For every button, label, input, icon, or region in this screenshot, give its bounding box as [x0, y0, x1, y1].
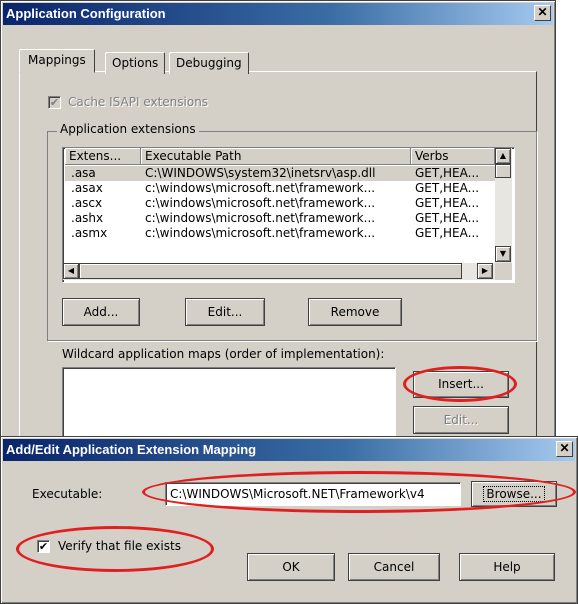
close-icon[interactable]: ✕ [556, 441, 573, 457]
column-header-verbs[interactable]: Verbs [411, 148, 495, 165]
wildcard-maps-label: Wildcard application maps (order of impl… [62, 347, 385, 361]
app-config-titlebar[interactable]: Application Configuration ✕ [3, 3, 553, 25]
horizontal-scrollbar[interactable]: ◀ ▶ [63, 263, 495, 280]
tab-options[interactable]: Options [105, 52, 166, 74]
edit-button[interactable]: Edit... [185, 298, 265, 326]
app-config-title: Application Configuration [6, 6, 166, 21]
scroll-left-icon[interactable]: ◀ [63, 263, 79, 279]
executable-input[interactable]: C:\WINDOWS\Microsoft.NET\Framework\v4 [165, 482, 461, 506]
tab-mappings[interactable]: Mappings [19, 49, 95, 73]
mapping-dialog-titlebar[interactable]: Add/Edit Application Extension Mapping ✕ [3, 439, 575, 461]
scrollbar-corner [495, 263, 512, 280]
scroll-down-icon[interactable]: ▼ [495, 246, 511, 262]
cancel-button[interactable]: Cancel [348, 553, 440, 581]
vertical-scrollbar[interactable]: ▲ ▼ [495, 148, 512, 263]
wildcard-maps-listbox[interactable] [62, 367, 396, 441]
browse-button[interactable]: Browse... [471, 481, 557, 507]
scroll-up-icon[interactable]: ▲ [495, 148, 511, 164]
add-button[interactable]: Add... [62, 298, 140, 326]
table-row[interactable]: .ashx c:\windows\microsoft.net\framework… [65, 211, 495, 226]
horizontal-scroll-thumb[interactable] [79, 263, 462, 279]
ok-button[interactable]: OK [247, 553, 335, 581]
extensions-listview[interactable]: Extens... Executable Path Verbs .asa C:\… [62, 147, 515, 283]
executable-label: Executable: [32, 487, 103, 501]
vertical-scroll-thumb[interactable] [495, 164, 511, 178]
verify-file-exists-label: Verify that file exists [58, 539, 181, 553]
add-edit-mapping-dialog: Add/Edit Application Extension Mapping ✕… [0, 436, 578, 604]
app-extensions-group-label: Application extensions [57, 122, 199, 136]
cache-isapi-checkbox[interactable]: ✔ [48, 96, 61, 109]
table-row[interactable]: .asa C:\WINDOWS\system32\inetsrv\asp.dll… [65, 166, 495, 181]
tab-debugging[interactable]: Debugging [169, 52, 249, 74]
close-icon[interactable]: ✕ [534, 5, 551, 21]
table-row[interactable]: .asax c:\windows\microsoft.net\framework… [65, 181, 495, 196]
scroll-right-icon[interactable]: ▶ [477, 263, 493, 279]
verify-file-exists-checkbox[interactable]: ✔ [37, 540, 50, 553]
table-row[interactable]: .asmx c:\windows\microsoft.net\framework… [65, 226, 495, 241]
insert-button[interactable]: Insert... [413, 371, 509, 398]
help-button[interactable]: Help [459, 553, 555, 581]
application-configuration-window: Application Configuration ✕ Mappings Opt… [0, 0, 556, 441]
remove-button[interactable]: Remove [308, 298, 402, 326]
cache-isapi-label: Cache ISAPI extensions [68, 95, 209, 109]
table-row[interactable]: .ascx c:\windows\microsoft.net\framework… [65, 196, 495, 211]
wildcard-edit-button[interactable]: Edit... [413, 406, 509, 434]
mapping-dialog-title: Add/Edit Application Extension Mapping [6, 442, 257, 457]
column-header-extension[interactable]: Extens... [65, 148, 141, 165]
column-header-executable-path[interactable]: Executable Path [141, 148, 411, 165]
